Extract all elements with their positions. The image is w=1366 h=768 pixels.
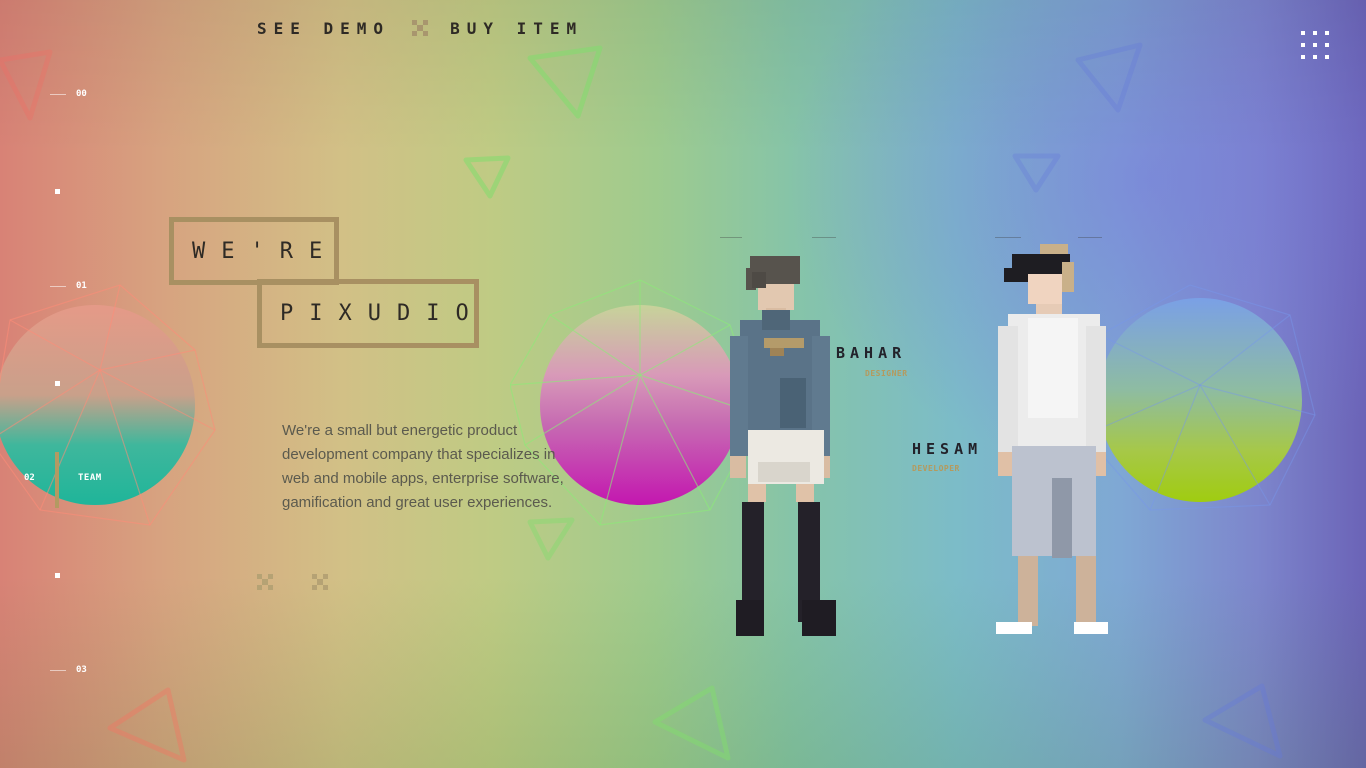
triangle-outline [1202,683,1283,759]
scanline-dash [812,237,836,238]
team-member-name: BAHAR [836,344,907,362]
nav-number: 03 [76,665,87,675]
menu-grid-icon[interactable] [1301,31,1335,65]
team-member-role: DESIGNER [865,369,908,378]
triangle-outline [652,685,731,761]
team-member-name: HESAM [912,440,983,458]
section-nav: 00 01 02 TEAM 03 [0,0,120,768]
team-member-role: DEVELOPER [912,464,960,473]
buy-item-link[interactable]: BUY ITEM [450,19,583,38]
top-nav: SEE DEMO BUY ITEM [257,17,583,39]
see-demo-link[interactable]: SEE DEMO [257,19,390,38]
nav-label: TEAM [78,473,102,483]
section-nav-dot[interactable] [55,573,60,578]
active-indicator [55,452,59,508]
triangle-outline [463,155,511,199]
section-nav-dot[interactable] [55,189,60,194]
scanline-dash [720,237,742,238]
hero-title-line1: WE'RE [169,217,339,285]
bahar-pixel-avatar[interactable] [718,250,838,640]
section-nav-dot[interactable] [55,381,60,386]
hero-description: We're a small but energetic product deve… [282,422,564,511]
triangle-outline [107,687,187,763]
nav-line [50,669,66,671]
hesam-pixel-avatar[interactable] [990,238,1120,638]
cross-pixel-icon [412,20,429,36]
triangle-outline [1012,153,1061,193]
section-nav-item-01[interactable]: 01 [50,281,87,291]
nav-number: 02 [24,473,35,483]
triangle-outline [1075,42,1143,113]
section-nav-item-00[interactable]: 00 [50,89,87,99]
section-nav-item-03[interactable]: 03 [50,665,87,675]
nav-number: 01 [76,281,87,291]
nav-line [50,93,66,95]
nav-number: 00 [76,89,87,99]
nav-line [50,285,66,287]
hero-title-line2: PIXUDIO [257,279,479,348]
decorative-crosses [257,574,328,590]
triangle-outline [527,45,603,119]
